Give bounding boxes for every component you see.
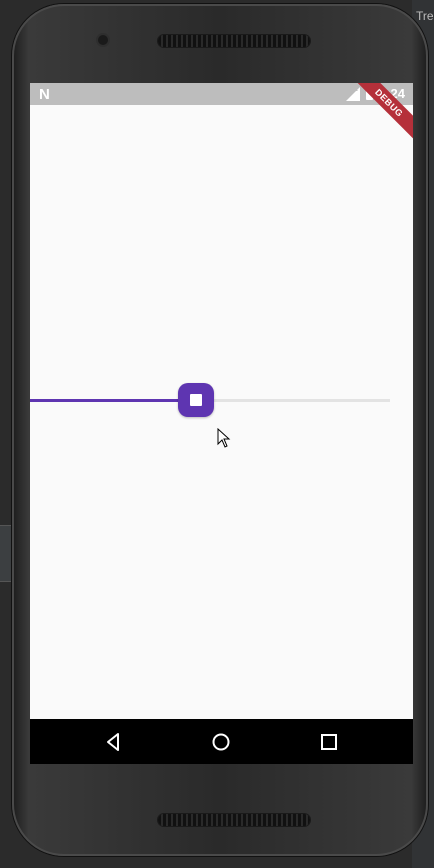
device-screen: N LTE 6:24 DEBUG [30,83,413,764]
slider[interactable] [30,383,413,419]
back-triangle-icon[interactable] [103,731,125,753]
navigation-bar [30,719,413,764]
status-bar: N LTE 6:24 [30,83,413,105]
mouse-cursor-icon [217,428,231,448]
top-speaker [158,35,310,47]
home-circle-icon[interactable] [210,731,232,753]
front-camera [98,35,108,45]
lte-label: LTE [346,86,358,93]
bottom-speaker [158,814,310,826]
stop-square-icon [190,394,202,406]
recents-square-icon[interactable] [318,731,340,753]
n-logo-icon: N [39,86,50,103]
lte-signal-icon: LTE [345,86,360,101]
slider-track-active[interactable] [30,399,196,402]
ide-text-line: Tre [416,9,434,23]
slider-thumb[interactable] [178,383,214,417]
